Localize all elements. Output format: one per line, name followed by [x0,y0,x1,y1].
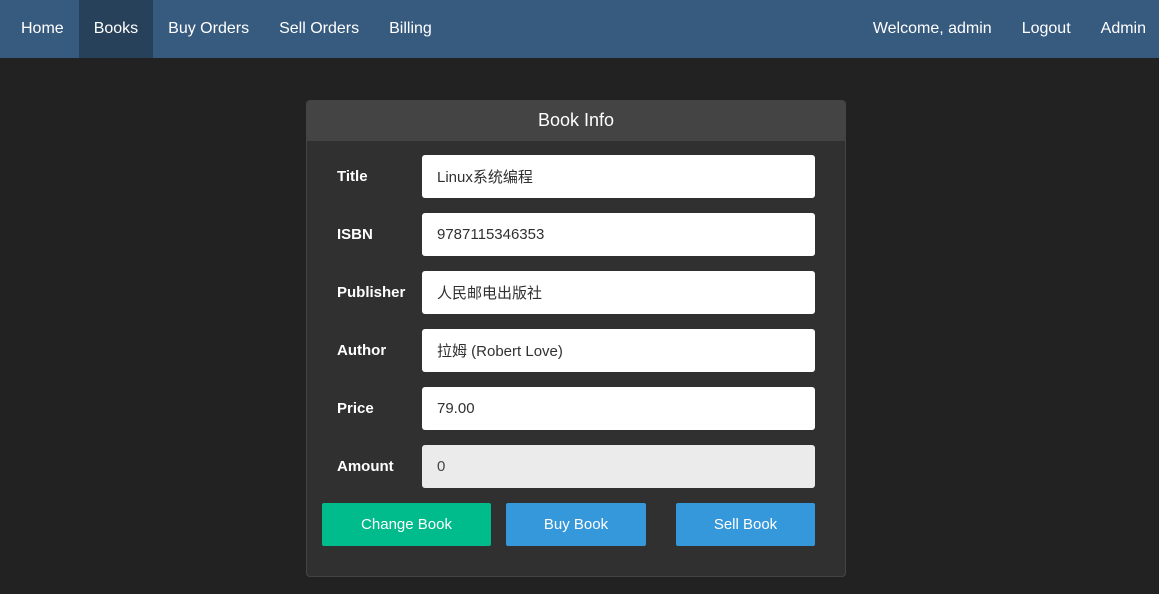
publisher-row: Publisher [307,271,845,314]
panel-title: Book Info [307,101,845,141]
title-row: Title [307,155,845,198]
amount-label: Amount [337,458,394,475]
nav-buy-orders-link[interactable]: Buy Orders [153,0,264,58]
publisher-input[interactable] [422,271,815,314]
buy-book-button[interactable]: Buy Book [506,503,646,546]
logout-link[interactable]: Logout [1007,0,1086,58]
nav-right-group: Welcome, admin Logout Admin [858,0,1159,58]
nav-left-group: Home Books Buy Orders Sell Orders Billin… [0,0,447,58]
amount-input [422,445,815,488]
author-row: Author [307,329,845,372]
isbn-row: ISBN [307,213,845,256]
title-input[interactable] [422,155,815,198]
admin-link[interactable]: Admin [1086,0,1159,58]
change-book-button[interactable]: Change Book [322,503,491,546]
publisher-label: Publisher [337,284,406,301]
isbn-input[interactable] [422,213,815,256]
amount-row: Amount [307,445,845,488]
price-row: Price [307,387,845,430]
nav-home-link[interactable]: Home [0,0,79,58]
welcome-user-link[interactable]: Welcome, admin [858,0,1007,58]
nav-billing-link[interactable]: Billing [374,0,447,58]
top-navbar: Home Books Buy Orders Sell Orders Billin… [0,0,1159,58]
title-label: Title [337,168,368,185]
isbn-label: ISBN [337,226,373,243]
author-label: Author [337,342,387,359]
price-label: Price [337,400,374,417]
nav-books-link[interactable]: Books [78,0,154,58]
book-info-panel: Book Info Title ISBN Publisher Author Pr… [306,100,846,577]
price-input[interactable] [422,387,815,430]
author-input[interactable] [422,329,815,372]
sell-book-button[interactable]: Sell Book [676,503,815,546]
nav-sell-orders-link[interactable]: Sell Orders [264,0,374,58]
